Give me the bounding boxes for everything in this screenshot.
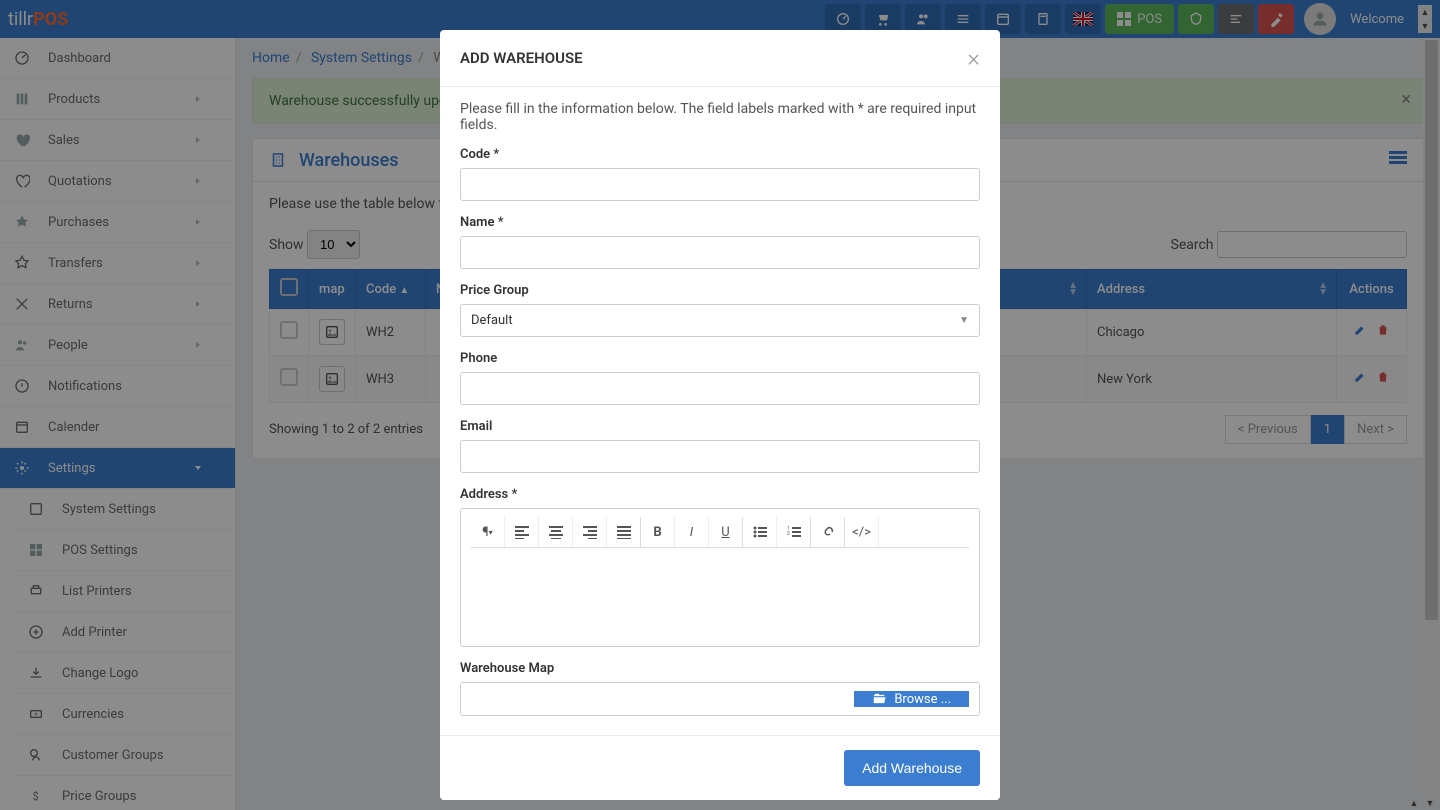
label-email: Email [460,419,980,434]
label-address: Address * [460,487,980,502]
modal-close[interactable]: × [967,44,980,72]
folder-open-icon [872,692,886,706]
align-center-icon[interactable] [539,517,573,547]
align-left-icon[interactable] [505,517,539,547]
input-email[interactable] [460,440,980,473]
input-phone[interactable] [460,372,980,405]
code-icon[interactable]: </> [845,517,879,547]
svg-text:2: 2 [787,531,790,537]
label-pg: Price Group [460,283,980,298]
address-textarea[interactable] [471,548,969,638]
input-name[interactable] [460,236,980,269]
file-path-display [471,691,854,707]
list-ul-icon[interactable] [743,517,777,547]
underline-icon[interactable]: U [709,517,743,547]
label-phone: Phone [460,351,980,366]
modal-intro: Please fill in the information below. Th… [460,101,980,133]
address-editor: ¶▾ B I U 12 </> [460,508,980,647]
add-warehouse-button[interactable]: Add Warehouse [844,750,980,786]
align-justify-icon[interactable] [607,517,641,547]
label-map: Warehouse Map [460,661,980,676]
modal-title: ADD WAREHOUSE [460,49,583,67]
select-price-group[interactable]: Default▼ [460,304,980,337]
input-code[interactable] [460,168,980,201]
add-warehouse-modal: ADD WAREHOUSE × Please fill in the infor… [440,30,1000,800]
link-icon[interactable] [811,517,845,547]
modal-overlay[interactable]: ADD WAREHOUSE × Please fill in the infor… [0,0,1440,810]
bold-icon[interactable]: B [641,517,675,547]
browse-button[interactable]: Browse ... [854,691,969,707]
label-code: Code * [460,147,980,162]
italic-icon[interactable]: I [675,517,709,547]
format-paragraph[interactable]: ¶▾ [471,517,505,547]
label-name: Name * [460,215,980,230]
list-ol-icon[interactable]: 12 [777,517,811,547]
align-right-icon[interactable] [573,517,607,547]
